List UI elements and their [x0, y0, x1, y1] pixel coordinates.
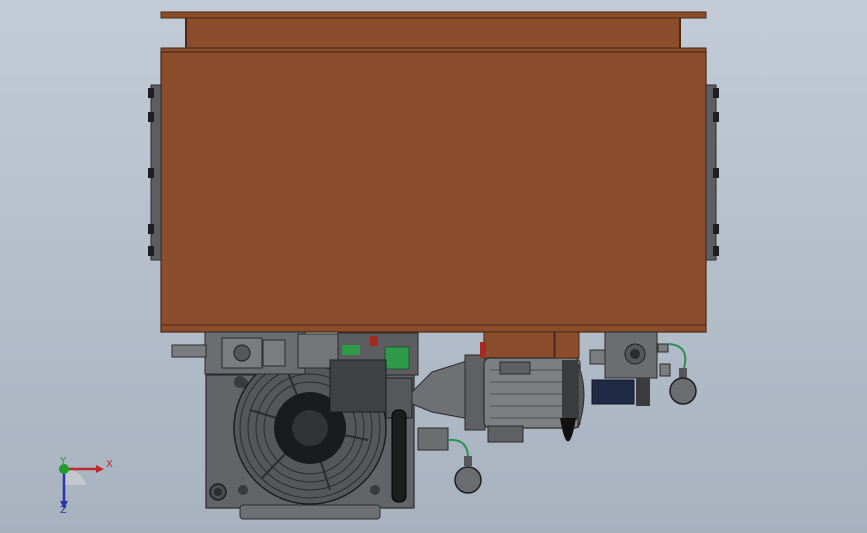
cad-viewport[interactable]: X Y Z: [0, 0, 867, 533]
tank-lid: [160, 11, 707, 53]
coordinate-triad: X Y Z: [59, 456, 113, 515]
right-side-bracket: [705, 84, 719, 261]
hydraulic-unit-model[interactable]: [0, 0, 867, 533]
y-axis-label: Y: [59, 456, 67, 467]
electric-motor: [483, 331, 585, 443]
pressure-valve-right: [589, 331, 671, 406]
solenoid-valve: [329, 332, 419, 419]
left-side-bracket: [148, 84, 162, 261]
pressure-gauge-right: [667, 343, 697, 405]
z-axis-label: Z: [60, 505, 67, 515]
oil-tank-body: [160, 51, 707, 333]
red-port-cap: [480, 342, 486, 358]
pressure-gauge-center: [417, 427, 482, 494]
pump-coupling-bell: [411, 354, 486, 431]
x-axis-label: X: [106, 459, 113, 470]
return-hose: [391, 409, 407, 503]
